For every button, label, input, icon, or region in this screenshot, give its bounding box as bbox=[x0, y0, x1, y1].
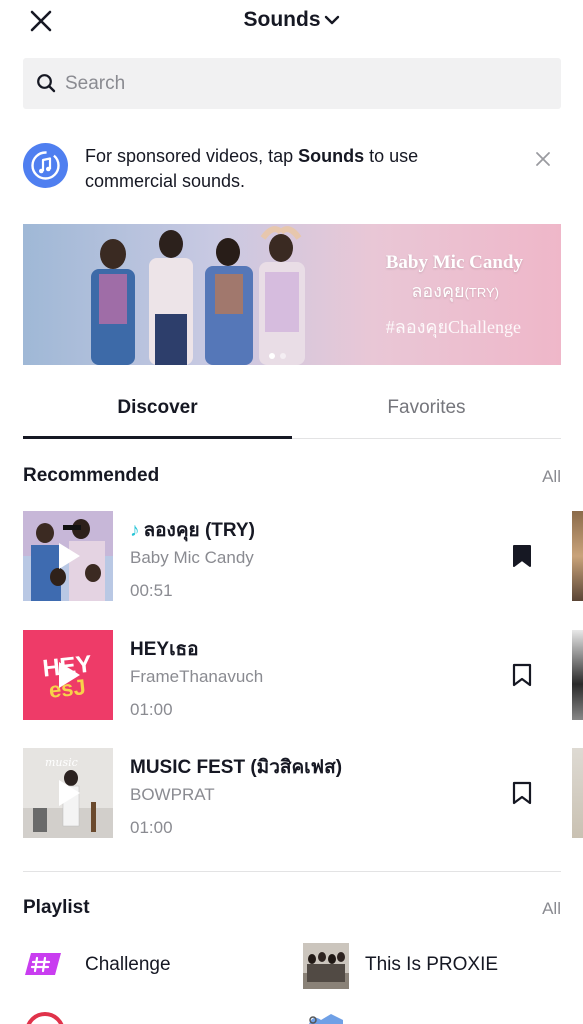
bookmark-filled-icon bbox=[513, 545, 531, 567]
playlist-label: Challenge bbox=[85, 954, 171, 975]
bookmark-icon bbox=[512, 663, 532, 687]
song-title-text: ลองคุย (TRY) bbox=[143, 520, 255, 541]
song-artist: FrameThanavuch bbox=[130, 667, 264, 686]
hashtag-icon bbox=[25, 953, 61, 975]
play-icon bbox=[59, 662, 80, 688]
playlist-label: This Is PROXIE bbox=[365, 954, 499, 975]
section-divider bbox=[23, 871, 561, 872]
page-title: Sounds bbox=[243, 8, 321, 31]
song-item[interactable]: ♪ ลองคุย (TRY) Baby Mic Candy 00:51 bbox=[23, 511, 583, 601]
song-item[interactable]: music MUSIC FEST (มิวสิคเฟส) BOWPRAT 01:… bbox=[23, 748, 583, 838]
banner-song-suffix: (TRY) bbox=[464, 285, 499, 300]
song-duration: 01:00 bbox=[130, 818, 173, 837]
tab-discover[interactable]: Discover bbox=[23, 382, 292, 439]
notice-text: For sponsored videos, tap Sounds to use … bbox=[85, 144, 505, 194]
sound-tabs: Discover Favorites bbox=[23, 382, 561, 439]
song-artist: Baby Mic Candy bbox=[130, 548, 254, 567]
banner-artist: Baby Mic Candy bbox=[385, 252, 523, 273]
next-card-peek bbox=[572, 511, 583, 601]
carousel-dots bbox=[269, 346, 291, 364]
bookmark-button[interactable] bbox=[512, 663, 532, 692]
carousel-dot bbox=[280, 353, 286, 359]
bookmark-button[interactable] bbox=[512, 781, 532, 810]
music-note-icon: ♪ bbox=[130, 520, 140, 541]
song-cover[interactable] bbox=[23, 511, 113, 601]
song-item[interactable]: HEY esJ HEYเธอ FrameThanavuch 01:00 bbox=[23, 630, 583, 720]
song-title: MUSIC FEST (มิวสิคเฟส) bbox=[130, 757, 343, 778]
section-title: Recommended bbox=[23, 465, 160, 486]
search-input[interactable] bbox=[65, 58, 545, 109]
banner-song-title: ลองคุย bbox=[411, 281, 465, 301]
bookmark-button[interactable] bbox=[512, 544, 532, 573]
playlist-all-link[interactable]: All bbox=[542, 899, 561, 919]
commercial-sounds-notice: For sponsored videos, tap Sounds to use … bbox=[23, 143, 561, 197]
song-title: ♪ ลองคุย (TRY) bbox=[130, 515, 255, 545]
song-duration: 01:00 bbox=[130, 700, 173, 719]
dismiss-notice-button[interactable] bbox=[535, 151, 551, 172]
song-duration: 00:51 bbox=[130, 581, 173, 600]
playlist-icon bbox=[309, 1014, 343, 1024]
banner-song: ลองคุย(TRY) bbox=[411, 276, 499, 305]
promo-banner[interactable]: Baby Mic Candy ลองคุย(TRY) #ลองคุยChalle… bbox=[23, 224, 561, 365]
tab-favorites[interactable]: Favorites bbox=[292, 382, 561, 439]
notice-text-part: For sponsored videos, tap bbox=[85, 146, 299, 166]
song-title: HEYเธอ bbox=[130, 639, 199, 660]
search-bar[interactable] bbox=[23, 58, 561, 109]
header: Sounds bbox=[0, 0, 583, 44]
search-icon bbox=[37, 74, 56, 93]
svg-text:music: music bbox=[45, 756, 78, 769]
commercial-music-icon bbox=[23, 143, 68, 188]
song-artist: BOWPRAT bbox=[130, 785, 215, 804]
playlist-cover bbox=[303, 943, 349, 989]
play-icon bbox=[59, 780, 80, 806]
playlist-item-proxie[interactable]: This Is PROXIE bbox=[303, 943, 561, 989]
playlist-item-challenge[interactable]: Challenge bbox=[23, 943, 283, 989]
sounds-title-dropdown[interactable]: Sounds bbox=[0, 8, 583, 32]
play-icon bbox=[59, 543, 80, 569]
next-card-peek bbox=[572, 630, 583, 720]
next-card-peek bbox=[572, 748, 583, 838]
song-cover[interactable]: music bbox=[23, 748, 113, 838]
recommended-all-link[interactable]: All bbox=[542, 467, 561, 487]
banner-hashtag: #ลองคุยChallenge bbox=[385, 317, 521, 337]
carousel-dot bbox=[269, 353, 275, 359]
playlist-header: Playlist All bbox=[23, 897, 561, 921]
recommended-header: Recommended All bbox=[23, 465, 561, 489]
section-title: Playlist bbox=[23, 897, 90, 918]
banner-artist-photo bbox=[91, 226, 305, 365]
bookmark-icon bbox=[512, 781, 532, 805]
notice-text-bold: Sounds bbox=[298, 146, 365, 166]
playlist-icon bbox=[26, 1012, 64, 1024]
song-cover[interactable]: HEY esJ bbox=[23, 630, 113, 720]
close-icon bbox=[536, 152, 550, 166]
chevron-down-icon bbox=[324, 16, 339, 25]
